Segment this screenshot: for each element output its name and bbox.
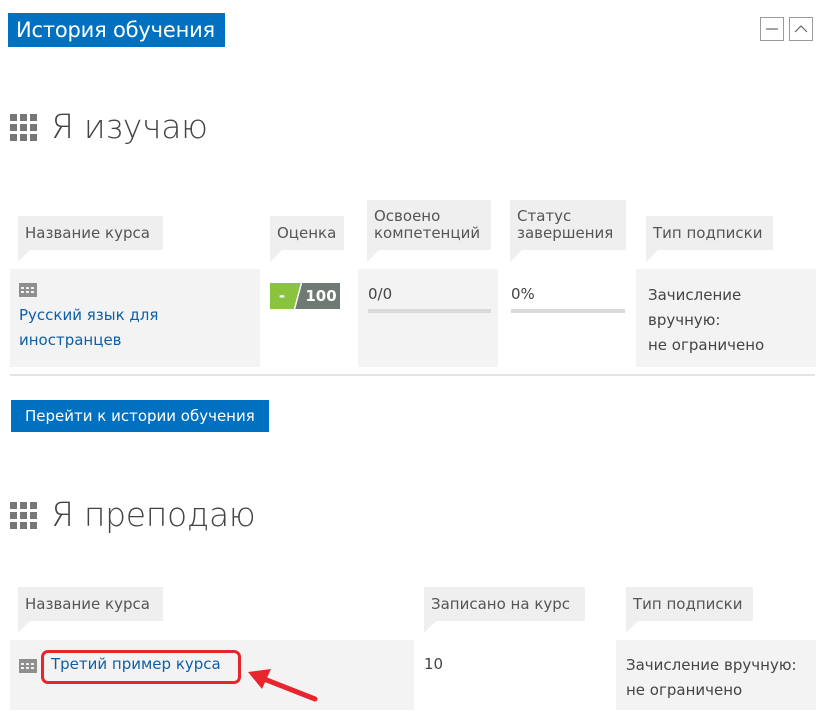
grade-badge: - 100	[270, 283, 340, 309]
block-title: История обучения	[8, 13, 225, 47]
grid-icon	[10, 501, 37, 529]
course-icon	[19, 283, 37, 297]
learning-col-competencies: Освоено компетенций	[367, 200, 491, 262]
teaching-section-header: Я преподаю	[10, 495, 256, 535]
learning-section-title: Я изучаю	[51, 107, 208, 146]
divider	[10, 374, 815, 376]
teaching-col-enrolled: Записано на курс	[424, 587, 585, 633]
teaching-col-course-name: Название курса	[18, 587, 163, 633]
table-row-course-cell: Русский язык для иностранцев	[10, 269, 260, 367]
minus-icon	[766, 28, 778, 30]
highlight-box	[41, 650, 241, 684]
subscription-cell: Зачисление вручную: не ограничено	[636, 269, 816, 367]
grade-divider	[294, 283, 302, 309]
teaching-section-title: Я преподаю	[51, 495, 256, 534]
course-icon	[19, 659, 37, 673]
enrolled-value: 10	[424, 655, 444, 673]
grid-icon	[10, 113, 37, 141]
course-link-russian[interactable]: Русский язык для иностранцев	[19, 303, 260, 353]
collapse-button[interactable]	[789, 17, 813, 41]
teaching-col-subscription: Тип подписки	[626, 587, 753, 633]
chevron-up-icon	[794, 25, 808, 33]
completion-value: 0%	[511, 285, 535, 303]
learning-col-grade: Оценка	[270, 216, 344, 262]
grade-value: 100	[302, 283, 340, 309]
learning-col-completion: Статус завершения	[510, 200, 626, 262]
competencies-value: 0/0	[368, 285, 393, 303]
completion-progress-bar	[511, 309, 625, 313]
teaching-subscription-cell: Зачисление вручную: не ограничено	[616, 640, 816, 710]
minimize-button[interactable]	[760, 17, 784, 41]
learning-section-header: Я изучаю	[10, 107, 208, 147]
completion-cell: 0%	[500, 269, 630, 367]
annotation-arrow-icon	[248, 669, 318, 702]
competencies-cell: 0/0	[358, 269, 498, 367]
learning-col-subscription: Тип подписки	[646, 216, 773, 262]
grade-left: -	[270, 283, 294, 309]
competencies-progress-bar	[368, 309, 491, 313]
learning-col-course-name: Название курса	[18, 216, 163, 262]
go-to-history-button[interactable]: Перейти к истории обучения	[11, 400, 269, 432]
enrolled-cell: 10	[414, 640, 614, 710]
